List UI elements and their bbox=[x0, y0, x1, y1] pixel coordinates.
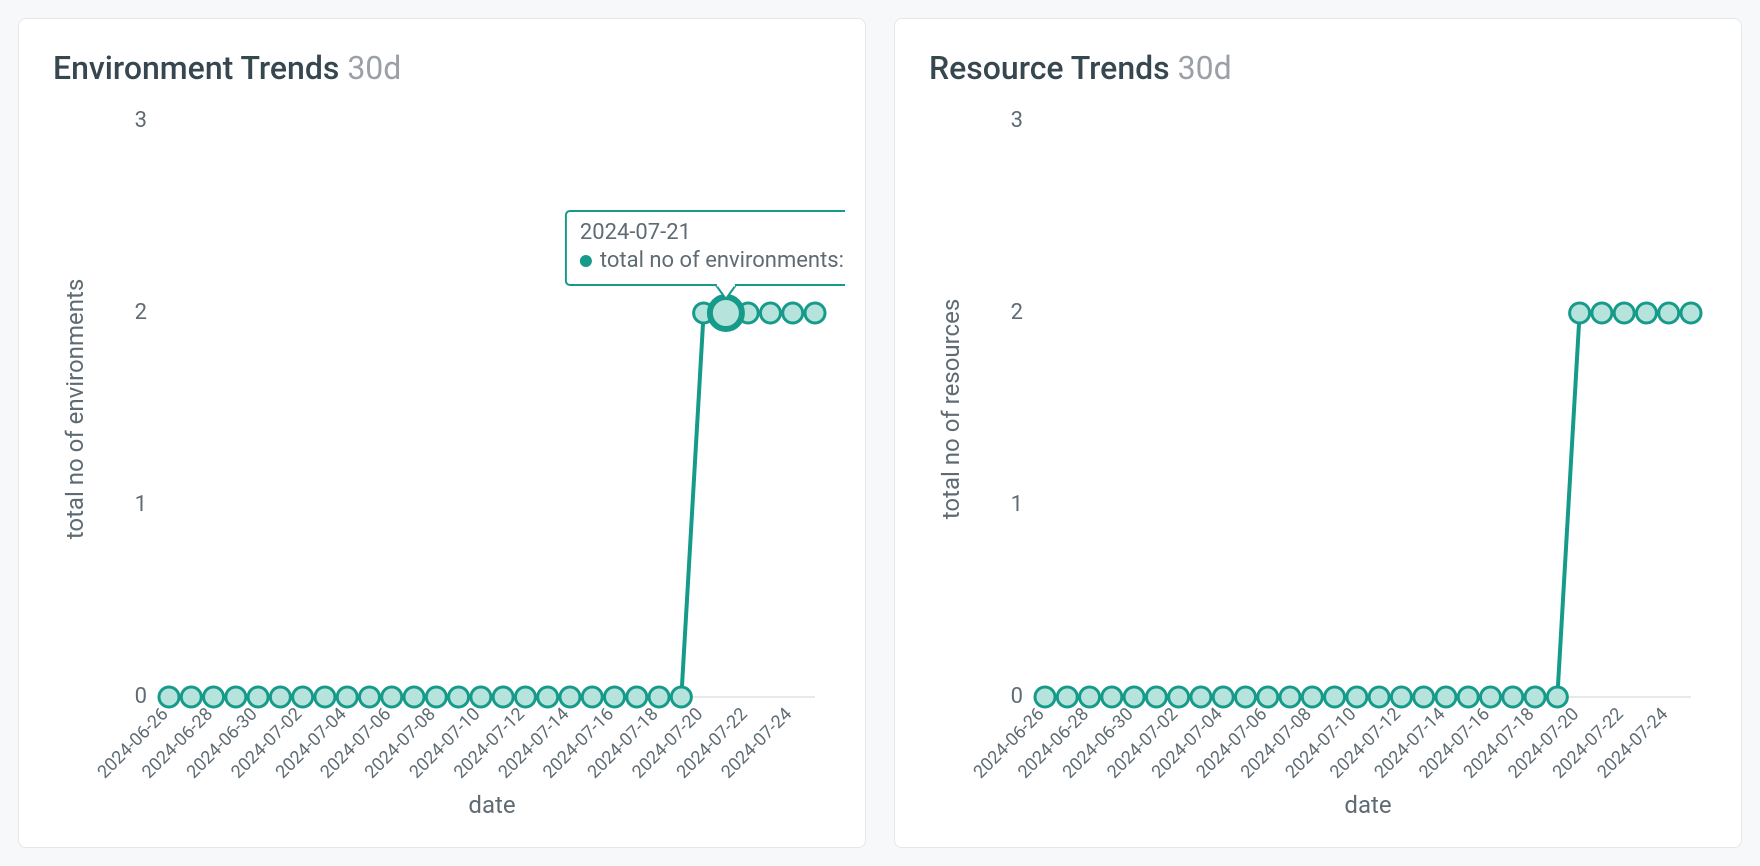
svg-text:date: date bbox=[1344, 791, 1391, 819]
svg-text:2024-07-21: 2024-07-21 bbox=[580, 220, 691, 245]
svg-text:total no of environments: 2: total no of environments: 2 bbox=[600, 248, 845, 273]
svg-text:2: 2 bbox=[1011, 300, 1023, 325]
card-title-period: 30d bbox=[347, 49, 401, 87]
svg-text:2: 2 bbox=[135, 300, 147, 325]
card-title-text: Environment Trends bbox=[53, 49, 339, 87]
svg-text:3: 3 bbox=[135, 108, 147, 133]
svg-text:3: 3 bbox=[1011, 108, 1023, 133]
svg-text:total no of environments: total no of environments bbox=[61, 279, 89, 539]
svg-text:0: 0 bbox=[135, 684, 147, 709]
environment-trends-plot[interactable]: 01232024-06-262024-06-282024-06-302024-0… bbox=[39, 91, 845, 827]
svg-text:total no of resources: total no of resources bbox=[937, 299, 965, 519]
svg-text:1: 1 bbox=[135, 492, 147, 517]
card-title-period: 30d bbox=[1178, 49, 1232, 87]
svg-text:0: 0 bbox=[1011, 684, 1023, 709]
resource-trends-card: Resource Trends 30d 01232024-06-262024-0… bbox=[894, 18, 1742, 848]
card-title: Environment Trends 30d bbox=[39, 49, 845, 87]
resource-trends-plot[interactable]: 01232024-06-262024-06-282024-06-302024-0… bbox=[915, 91, 1721, 827]
svg-text:1: 1 bbox=[1011, 492, 1023, 517]
card-title-text: Resource Trends bbox=[929, 49, 1170, 87]
svg-text:date: date bbox=[468, 791, 515, 819]
dashboard: Environment Trends 30d 01232024-06-26202… bbox=[0, 0, 1760, 866]
card-title: Resource Trends 30d bbox=[915, 49, 1721, 87]
environment-trends-card: Environment Trends 30d 01232024-06-26202… bbox=[18, 18, 866, 848]
